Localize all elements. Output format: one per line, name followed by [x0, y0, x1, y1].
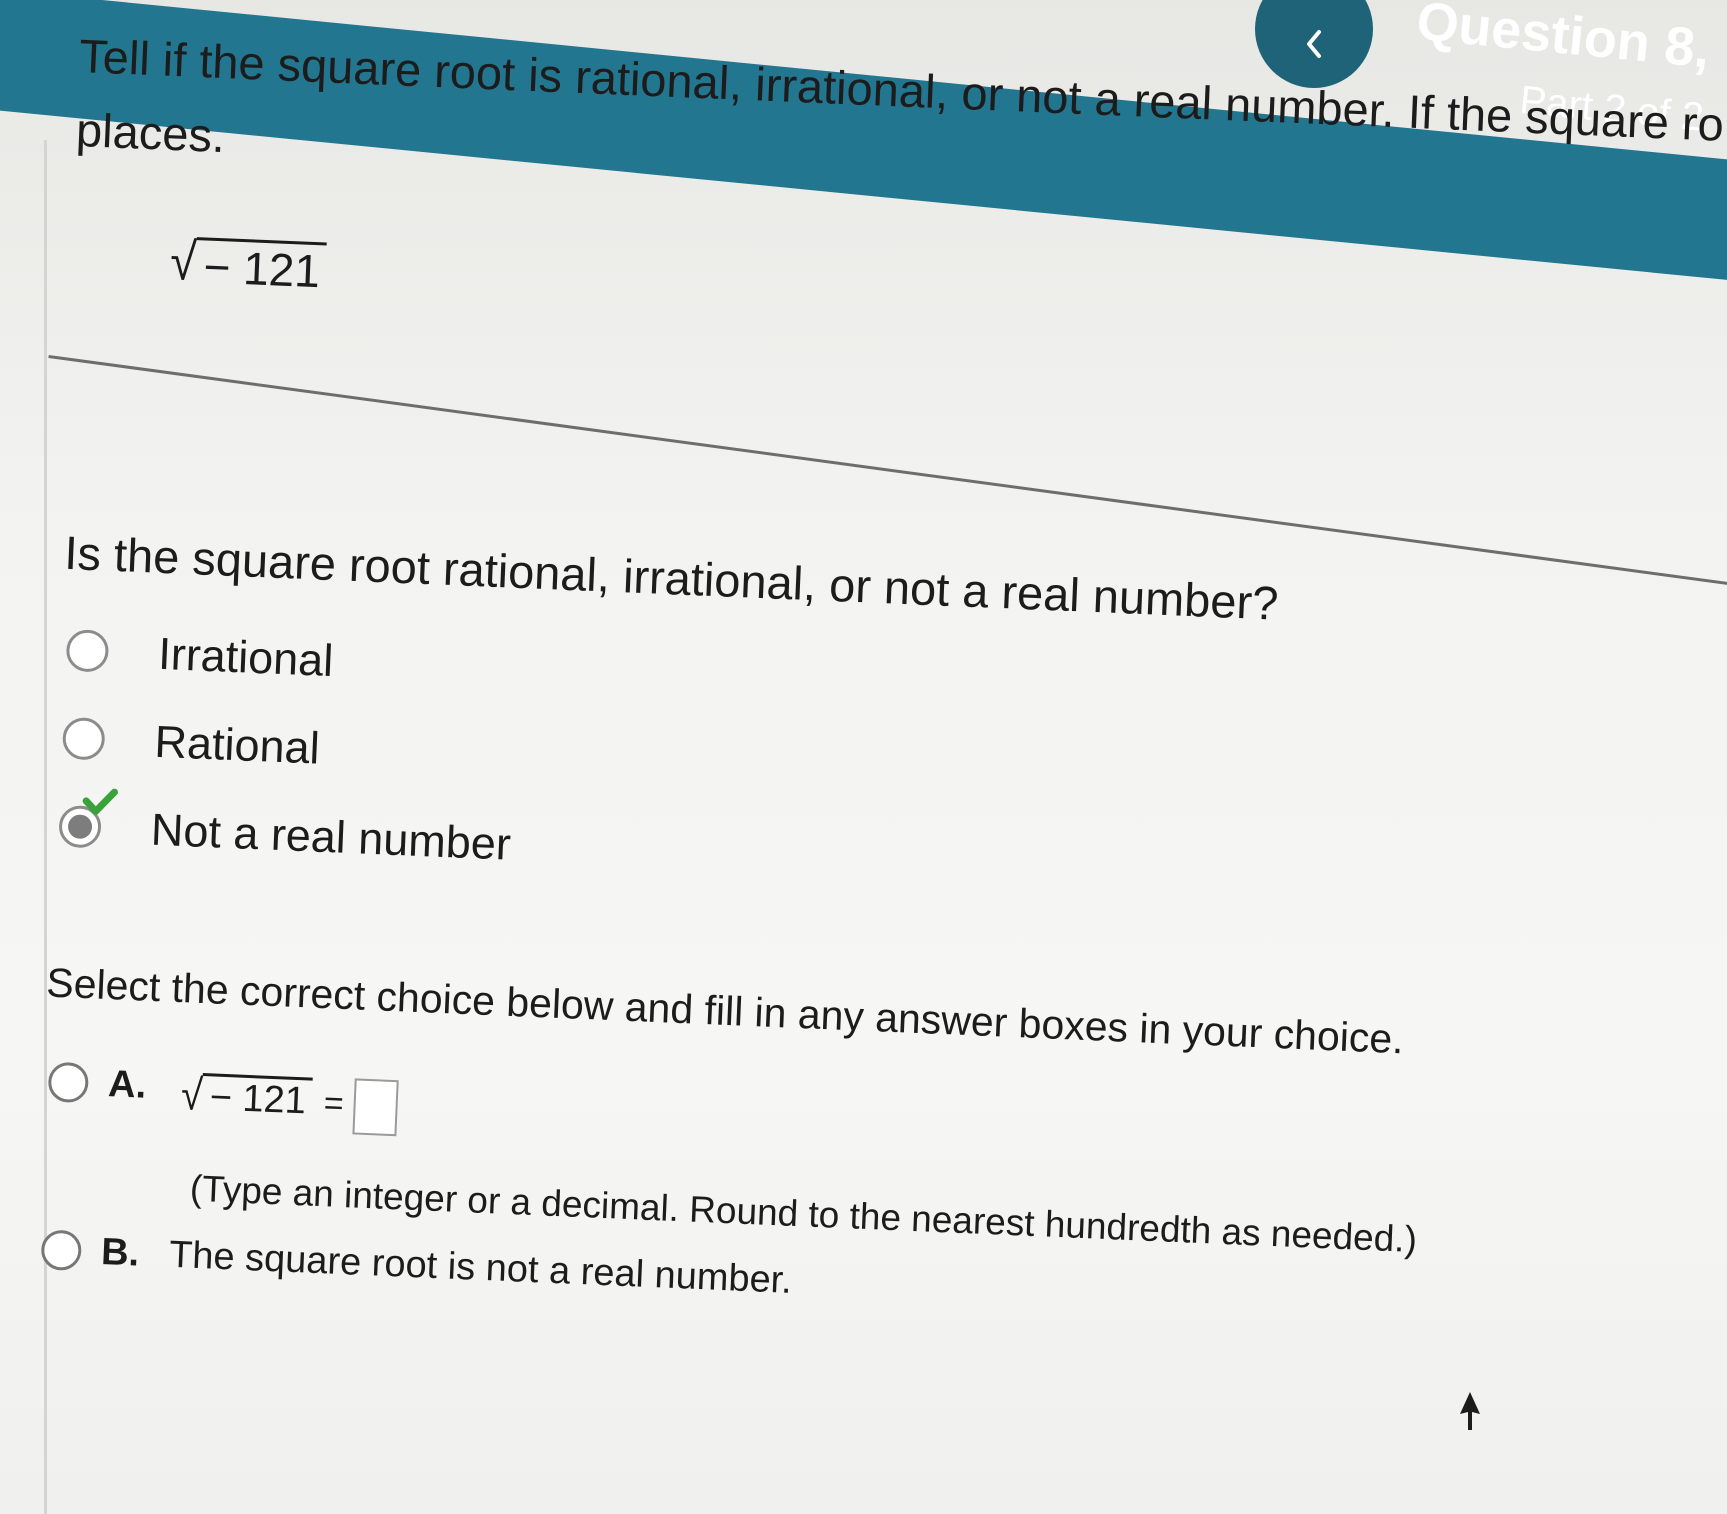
choice-a[interactable]: A. √ − 121 =	[47, 1061, 399, 1137]
radio-button[interactable]	[61, 716, 106, 761]
radio-button[interactable]	[47, 1061, 90, 1104]
choice-b[interactable]: B. The square root is not a real number.	[40, 1229, 793, 1302]
square-root-expression: √ − 121	[179, 1070, 313, 1123]
question-page: Question 8, Part 2 of 2 Tell if the squa…	[0, 0, 1727, 1514]
mouse-cursor-icon	[1460, 1392, 1480, 1430]
option-label: Not a real number	[149, 803, 512, 870]
checkmark-icon	[82, 788, 119, 815]
choice-letter: A.	[107, 1063, 148, 1107]
option-label: Irrational	[157, 627, 335, 687]
radicand: − 121	[200, 1073, 313, 1123]
radical-sign: √	[180, 1070, 204, 1121]
radio-button[interactable]	[40, 1229, 83, 1272]
problem-expression: √ − 121	[168, 232, 328, 297]
radicand: − 121	[194, 237, 328, 297]
question1-prompt: Is the square root rational, irrational,…	[63, 525, 1280, 630]
option-label: Rational	[153, 715, 321, 774]
radio-button[interactable]	[65, 628, 110, 673]
choice-letter: B.	[100, 1230, 141, 1275]
choice-text: The square root is not a real number.	[168, 1233, 793, 1302]
option-not-a-real-number[interactable]: Not a real number	[58, 788, 512, 871]
choice-a-expression: √ − 121 =	[179, 1070, 399, 1137]
option-rational[interactable]: Rational	[61, 712, 321, 775]
square-root-expression: √ − 121	[168, 232, 328, 297]
question2-prompt: Select the correct choice below and fill…	[45, 959, 1405, 1063]
option-irrational[interactable]: Irrational	[65, 624, 334, 687]
equals-sign: =	[323, 1084, 345, 1123]
answer-input-box[interactable]	[352, 1078, 399, 1137]
radical-sign: √	[169, 232, 198, 293]
problem-instruction-continued: places.	[75, 102, 227, 163]
question-content: Tell if the square root is rational, irr…	[0, 0, 1727, 1514]
